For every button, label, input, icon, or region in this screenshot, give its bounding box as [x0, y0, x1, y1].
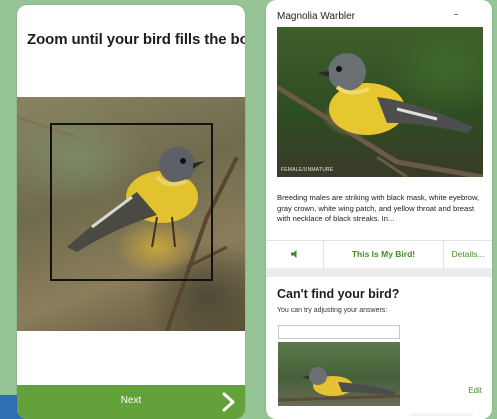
- this-is-my-bird-button[interactable]: This Is My Bird!: [324, 241, 444, 268]
- thumbnail-bird-illustration: [278, 367, 400, 402]
- bird-photo[interactable]: [17, 97, 245, 331]
- play-sound-button[interactable]: [266, 241, 324, 268]
- speaker-icon: [291, 250, 297, 258]
- bird-result-screen: Magnolia Warbler FEMALE/UNMATURE Breedin…: [266, 0, 492, 419]
- zoom-instruction-title: Zoom until your bird fills the box: [27, 31, 245, 48]
- species-description: Breeding males are striking with black m…: [277, 193, 480, 224]
- home-indicator: [409, 413, 473, 416]
- species-bird-illustration: [277, 53, 483, 177]
- photo-credit: FEMALE/UNMATURE: [281, 167, 334, 173]
- details-button[interactable]: Details...: [444, 241, 492, 268]
- adjust-answers-text: You can try adjusting your answers:: [277, 307, 388, 314]
- edit-answers-link[interactable]: Edit: [468, 386, 482, 395]
- answer-field[interactable]: [278, 325, 400, 339]
- next-button-label: Next: [120, 395, 142, 406]
- action-row: This Is My Bird! Details...: [266, 240, 492, 269]
- next-button[interactable]: Next: [17, 385, 245, 419]
- zoom-screen: Zoom until your bird fills the box Next: [17, 5, 245, 419]
- answer-photo-thumbnail[interactable]: [278, 342, 400, 406]
- species-photo[interactable]: FEMALE/UNMATURE: [277, 27, 483, 177]
- chevron-right-icon: [222, 392, 235, 412]
- species-name: Magnolia Warbler: [277, 11, 355, 22]
- zoom-frame-box: [50, 123, 213, 281]
- header-dash: [454, 14, 458, 15]
- cant-find-title: Can't find your bird?: [277, 287, 400, 301]
- section-divider: [266, 268, 492, 277]
